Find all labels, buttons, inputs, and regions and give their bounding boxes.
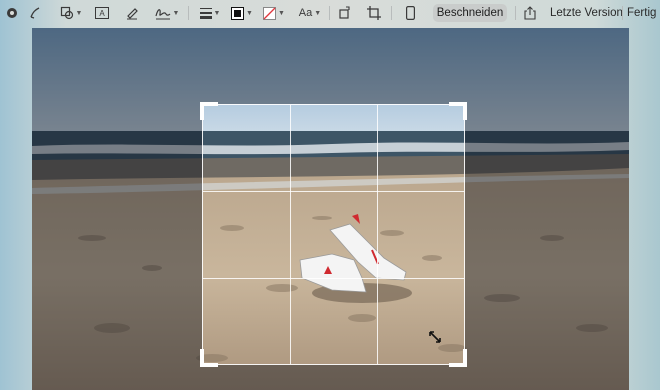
chevron-down-icon: ▼ <box>213 9 221 17</box>
markup-icon[interactable] <box>5 4 19 22</box>
toolbar-divider <box>622 6 623 20</box>
chevron-down-icon: ▼ <box>314 9 322 17</box>
sketch-icon[interactable] <box>28 4 44 22</box>
crop-handle-top-left[interactable] <box>200 102 218 120</box>
fill-color-icon[interactable]: ▼ <box>262 4 286 22</box>
share-icon[interactable] <box>523 4 537 22</box>
crop-handle-top-right[interactable] <box>449 102 467 120</box>
crop-icon[interactable] <box>366 4 382 22</box>
svg-text:A: A <box>99 9 105 18</box>
crop-handle-bottom-left[interactable] <box>200 349 218 367</box>
toolbar-divider <box>188 6 189 20</box>
crop-grid-line <box>290 105 291 364</box>
text-style-label: Aa <box>298 7 313 19</box>
toolbar: ▼ A ▼ ▼ ▼ ▼ Aa ▼ Beschneiden Letzte Vers… <box>0 0 660 28</box>
text-style-icon[interactable]: Aa ▼ <box>296 4 324 22</box>
chevron-down-icon: ▼ <box>246 9 253 17</box>
toolbar-divider <box>391 6 392 20</box>
line-style-icon[interactable]: ▼ <box>199 4 221 22</box>
crop-button[interactable]: Beschneiden <box>433 4 507 22</box>
crop-grid-line <box>203 278 464 279</box>
signature-icon[interactable]: ▼ <box>154 4 180 22</box>
toolbar-divider <box>329 6 330 20</box>
highlight-icon[interactable] <box>124 4 140 22</box>
chevron-down-icon: ▼ <box>172 9 180 17</box>
chevron-down-icon: ▼ <box>278 9 285 17</box>
done-button[interactable]: Fertig <box>627 4 656 22</box>
rotate-icon[interactable] <box>337 4 353 22</box>
crop-grid-line <box>203 191 464 192</box>
chevron-down-icon: ▼ <box>75 9 83 17</box>
toolbar-divider <box>515 6 516 20</box>
border-color-icon[interactable]: ▼ <box>230 4 254 22</box>
crop-handle-bottom-right[interactable] <box>449 349 467 367</box>
text-icon[interactable]: A <box>94 4 110 22</box>
crop-selection[interactable] <box>200 102 467 367</box>
crop-grid-line <box>377 105 378 364</box>
shapes-icon[interactable]: ▼ <box>58 4 84 22</box>
image-canvas[interactable] <box>32 28 629 390</box>
revert-button[interactable]: Letzte Version <box>550 4 623 22</box>
resize-cursor-icon <box>428 330 442 349</box>
device-icon[interactable] <box>403 4 417 22</box>
